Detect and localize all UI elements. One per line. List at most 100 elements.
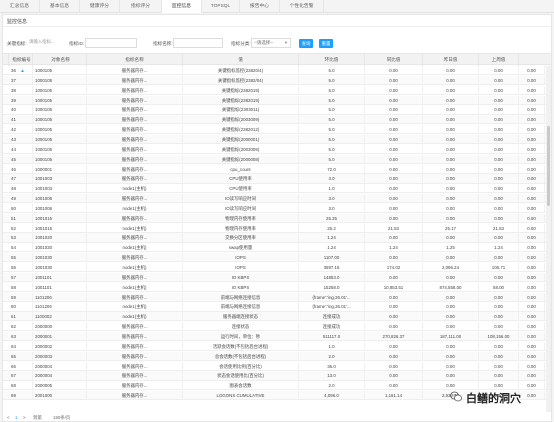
table-cell: 0.00 <box>423 381 479 391</box>
tab-6[interactable]: 报告中心 <box>240 0 280 13</box>
table-cell: 1001006 <box>33 194 87 204</box>
table-cell: 服务器内存... <box>87 233 183 243</box>
page-size-select[interactable]: 150条/页 <box>53 415 70 421</box>
table-cell: 0.00 <box>479 125 519 135</box>
table-cell: 关键指标(2003009) <box>183 144 299 154</box>
table-cell: 1001101 <box>33 282 87 292</box>
tab-0[interactable]: 汇总信息 <box>0 0 40 13</box>
table-row[interactable]: 50 1001006 node1(主机) IO读写响应时间 3.0 0.00 0.00 0.0… <box>3 203 551 214</box>
table-row[interactable]: 68 2000005 服务器内存... 图表会话数 2.0 0.00 0.00 0.00 0.0… <box>3 381 551 391</box>
table-row[interactable]: 63 2000001 服务器内存... 运行时间，单位：秒 511117.0 270,82… <box>3 331 551 342</box>
table-cell: node1(主机) <box>87 223 183 233</box>
table-cell: 0.00 <box>519 272 545 282</box>
table-row[interactable]: 49 1001006 服务器内存... IO读写响应时间 3.0 0.00 0.00 0.00… <box>3 194 551 204</box>
table-row[interactable]: 65 2000003 服务器内存... 总会话数(不包括后台进程) 2.0 0.00 0.0… <box>3 351 551 361</box>
table-row[interactable]: 67 2000004 服务器内存... 状态会话使用比(百分比) 13.0 0.00 0.0… <box>3 371 551 381</box>
table-cell: 0.00 <box>423 322 479 332</box>
table-row[interactable]: 66 2000004 服务器内存... 会话使用比例(百分比) 36.0 0.00 0.00… <box>3 361 551 371</box>
table-cell: LOGONS CUMULATIVE <box>183 391 299 401</box>
table-cell: 106.71 <box>479 263 519 272</box>
filter-bar: 关键指标: 请输入指标... 指标ID: 指标名称: 指标分类: --请选择--… <box>3 37 551 51</box>
table-cell: 0.00 <box>423 184 479 194</box>
table-cell: 60 <box>9 302 33 312</box>
prev-page-button[interactable]: < <box>7 415 10 420</box>
table-cell: 1000105 <box>33 105 87 115</box>
next-page-button[interactable]: > <box>23 415 26 420</box>
table-cell: 前端与网络连接信息 <box>183 302 299 312</box>
table-cell: 0.00 <box>423 164 479 174</box>
table-cell: 活跃会话数(不包括后台进程) <box>183 341 299 351</box>
table-row[interactable]: 37 1000105 服务器内存... 关键指标监控(2382/04) 5.0 0.00 0… <box>3 75 551 86</box>
table-row[interactable]: 44 1000105 服务器内存... 关键指标(2003009) 5.0 0.00 0.0… <box>3 144 551 154</box>
current-page[interactable]: 1 <box>15 415 17 420</box>
table-row[interactable]: 45 1000105 服务器内存... 关键指标(2000008) 5.0 0.00 0.0… <box>3 154 551 164</box>
table-row[interactable]: 40 1000105 服务器内存... 关键指标(2303011) 5.0 0.00 0.0… <box>3 105 551 115</box>
table-cell: 服务器内存... <box>87 125 183 135</box>
table-cell: 62 <box>9 322 33 332</box>
tab-7[interactable]: 个性化告警 <box>280 0 324 13</box>
scrollbar[interactable] <box>546 66 551 412</box>
table-cell: 0.00 <box>479 292 519 302</box>
table-cell: 5.0 <box>299 134 365 144</box>
tab-2[interactable]: 健康评分 <box>80 0 120 13</box>
table-cell: 0.00 <box>423 361 479 371</box>
search-button[interactable]: 查询 <box>299 39 313 48</box>
scrollbar-thumb[interactable] <box>547 126 550 206</box>
table-row[interactable]: 54 1001020 node1(主机) swap使用量 1.24 1.24 1.25 1.2… <box>3 243 551 253</box>
table-cell: 0.00 <box>519 322 545 332</box>
column-header-1[interactable]: 指标编号▲ <box>9 54 33 73</box>
table-row[interactable]: 39 1000105 服务器内存... 关键指标(2382019) 5.0 0.00 0.0… <box>3 95 551 105</box>
key-metric-input[interactable]: 请输入指标... <box>27 38 65 48</box>
table-row[interactable]: 57 1001101 服务器内存... IO KBPS 14853.0 0.00 0.00 0… <box>3 272 551 283</box>
table-cell: IO KBPS <box>183 272 299 282</box>
table-cell: 5.0 <box>299 154 365 164</box>
metric-name-input[interactable] <box>173 38 223 48</box>
table-row[interactable]: 52 1001015 node1(主机) 物理内存使用率 25.2 21.53 25.17 2… <box>3 223 551 233</box>
table-row[interactable]: 56 1001030 node1(主机) IOPS 3597.16 174.02 2,096… <box>3 263 551 273</box>
metric-category-select[interactable]: --请选择-- ▼ <box>251 38 291 48</box>
table-cell: CPU使用率 <box>183 174 299 184</box>
table-cell: 0.00 <box>519 66 545 75</box>
table-row[interactable]: 62 2000000 服务器内存... 连接状态 连接成功 0.00 0.00 0.00 0.0… <box>3 322 551 332</box>
table-row[interactable]: 55 1001030 服务器内存... IOPS 1107.00 0.00 0.00 0.00… <box>3 253 551 263</box>
metric-id-input[interactable] <box>85 38 137 48</box>
table-cell: 5.0 <box>299 115 365 125</box>
table-cell: 5.0 <box>299 66 365 75</box>
table-cell: 1001020 <box>33 243 87 253</box>
table-cell: 3597.16 <box>299 263 365 272</box>
table-row[interactable]: 51 1001015 服务器内存... 物理内存使用率 25.25 0.00 0.00 0.0… <box>3 213 551 223</box>
table-row[interactable]: 58 1001101 node1(主机) IO KBPS 15258.0 10,853.5… <box>3 282 551 292</box>
tab-1[interactable]: 基本信息 <box>40 0 80 13</box>
table-cell: 56 <box>9 263 33 272</box>
table-cell: 0.00 <box>519 154 545 164</box>
table-cell: 服务器内存... <box>87 322 183 332</box>
tab-5[interactable]: TOPSQL <box>202 0 240 13</box>
table-cell: 0.00 <box>519 253 545 263</box>
table-cell: node1(主机) <box>87 263 183 272</box>
table-row[interactable]: 43 1000105 服务器内存... 关键指标(2000001) 5.0 0.00 0.0… <box>3 134 551 145</box>
table-cell: 51 <box>9 213 33 223</box>
metric-name-label: 指标名称: <box>153 41 173 46</box>
table-row[interactable]: 61 1100002 node1(主机) 服务器端连接状态 连接成功 0.00 0.00 0.… <box>3 312 551 322</box>
table-row[interactable]: 46 1000001 服务器内存... cpu_count 72.0 0.00 0.00 0.… <box>3 164 551 174</box>
table-row[interactable]: 59 1101206 服务器内存... 前端与网络连接信息 {frame':'ing,2… <box>3 292 551 302</box>
reset-button[interactable]: 重置 <box>319 39 333 48</box>
table-row[interactable]: 38 1000105 服务器内存... 关键指标(2382019) 5.0 0.00 0.0… <box>3 85 551 95</box>
tab-3[interactable]: 指标评分 <box>120 0 162 13</box>
table-cell: node1(主机) <box>87 312 183 322</box>
table-row[interactable]: 36 1000105 服务器内存... 关键指标监控(23820/4) 5.0 0.00 0… <box>3 66 551 76</box>
table-cell: 0.00 <box>519 233 545 243</box>
table-cell: 1101206 <box>33 292 87 302</box>
table-cell: 0.00 <box>519 223 545 233</box>
table-row[interactable]: 41 1000105 服务器内存... 关键指标(2003009) 5.0 0.00 0.0… <box>3 115 551 125</box>
table-row[interactable]: 53 1001020 服务器内存... 交换分区使用率 1.24 0.00 0.00 0.00… <box>3 233 551 243</box>
table-row[interactable]: 48 1001003 node1(主机) CPU使用率 1.0 0.00 0.00 0.00 0… <box>3 184 551 194</box>
tab-4[interactable]: 监控信息 <box>162 0 202 13</box>
table-row[interactable]: 47 1001003 服务器内存... CPU使用率 3.0 0.00 0.00 0.00 0.… <box>3 174 551 184</box>
table-row[interactable]: 60 1101206 node1(主机) 前端与网络连接信息 {frame':'ing,… <box>3 302 551 312</box>
table-cell: 0.00 <box>365 75 423 85</box>
table-cell: 0.00 <box>519 134 545 144</box>
table-row[interactable]: 42 1000105 服务器内存... 关键指标(2382012) 5.0 0.00 0.0… <box>3 125 551 135</box>
chevron-down-icon: ▼ <box>284 40 288 45</box>
table-row[interactable]: 64 2000002 服务器内存... 活跃会话数(不包括后台进程) 1.0 0.00 0.… <box>3 341 551 351</box>
